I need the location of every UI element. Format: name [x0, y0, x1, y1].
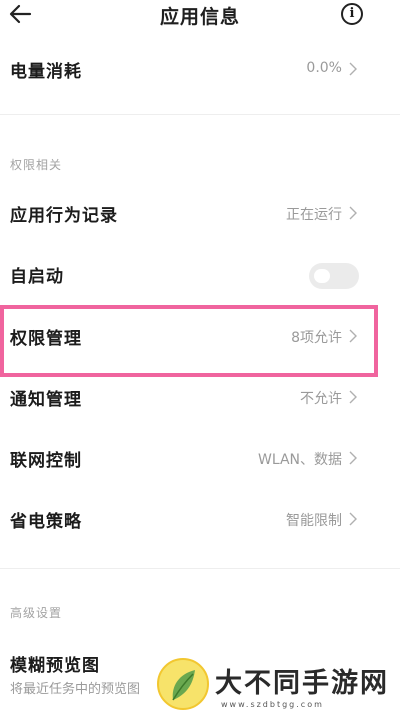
- chevron-right-icon: [349, 390, 357, 404]
- notification-management-value: 不允许: [300, 391, 342, 407]
- battery-saver-row[interactable]: 省电策略 智能限制: [0, 499, 400, 539]
- watermark: 大不同手游网 www.szdbtgg.com: [157, 658, 400, 717]
- info-icon[interactable]: i: [341, 3, 363, 25]
- network-control-value: WLAN、数据: [257, 452, 342, 468]
- app-behavior-record-label: 应用行为记录: [10, 206, 118, 226]
- notification-management-row[interactable]: 通知管理 不允许: [0, 377, 400, 417]
- battery-usage-value: 0.0%: [306, 60, 342, 76]
- auto-start-label: 自启动: [10, 267, 64, 287]
- chevron-right-icon: [349, 451, 357, 465]
- auto-start-row: 自启动: [0, 254, 400, 294]
- auto-start-toggle[interactable]: [309, 263, 359, 289]
- blur-preview-subtitle: 将最近任务中的预览图: [10, 682, 141, 697]
- highlight-box: [0, 305, 378, 377]
- section-header-permissions: 权限相关: [10, 158, 63, 172]
- watermark-logo: [157, 658, 209, 710]
- section-header-advanced: 高级设置: [10, 606, 63, 620]
- blur-preview-label: 模糊预览图: [10, 656, 100, 676]
- battery-usage-label: 电量消耗: [10, 62, 82, 82]
- app-behavior-record-row[interactable]: 应用行为记录 正在运行: [0, 193, 400, 233]
- network-control-row[interactable]: 联网控制 WLAN、数据: [0, 438, 400, 478]
- page-title: 应用信息: [159, 6, 240, 28]
- top-bar: 应用信息 i: [0, 0, 400, 30]
- battery-saver-label: 省电策略: [10, 512, 82, 532]
- divider: [0, 114, 400, 115]
- watermark-url: www.szdbtgg.com: [221, 700, 324, 709]
- network-control-label: 联网控制: [10, 451, 82, 471]
- app-behavior-record-value: 正在运行: [286, 207, 342, 223]
- chevron-right-icon: [349, 206, 357, 220]
- battery-usage-row[interactable]: 电量消耗 0.0%: [0, 49, 400, 89]
- chevron-right-icon: [349, 62, 357, 76]
- divider: [0, 568, 400, 569]
- battery-saver-value: 智能限制: [286, 513, 342, 529]
- notification-management-label: 通知管理: [10, 390, 82, 410]
- watermark-text: 大不同手游网: [215, 668, 389, 699]
- chevron-right-icon: [349, 512, 357, 526]
- toggle-knob: [314, 269, 330, 283]
- leaf-icon: [172, 670, 195, 701]
